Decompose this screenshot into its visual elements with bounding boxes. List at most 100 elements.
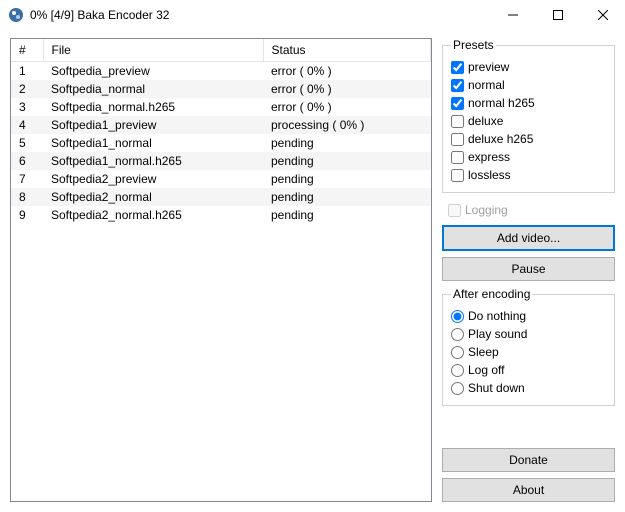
cell-num: 7 [11,170,43,188]
cell-file: Softpedia_preview [43,62,263,81]
preset-checkbox[interactable] [451,133,464,146]
preset-row[interactable]: normal [451,76,606,94]
file-list-panel: # File Status 1Softpedia_previewerror ( … [10,38,432,502]
logging-label: Logging [465,203,508,217]
after-radio[interactable] [451,346,464,359]
preset-checkbox[interactable] [451,151,464,164]
preset-row[interactable]: deluxe h265 [451,130,606,148]
preset-checkbox[interactable] [451,79,464,92]
cell-status: error ( 0% ) [263,80,431,98]
window-title: 0% [4/9] Baka Encoder 32 [30,8,490,22]
after-option-row[interactable]: Shut down [451,379,606,397]
presets-group: Presets preview normal normal h265 deluxe de… [442,38,615,193]
donate-button[interactable]: Donate [442,448,615,472]
after-encoding-group: After encoding Do nothing Play sound Sleep… [442,287,615,406]
after-encoding-legend: After encoding [451,287,532,301]
spacer [442,412,615,442]
cell-file: Softpedia_normal.h265 [43,98,263,116]
after-option-row[interactable]: Play sound [451,325,606,343]
col-header-file[interactable]: File [43,39,263,62]
after-radio[interactable] [451,328,464,341]
cell-file: Softpedia1_preview [43,116,263,134]
after-label: Shut down [468,381,525,395]
preset-label: normal h265 [468,96,535,110]
cell-file: Softpedia2_preview [43,170,263,188]
preset-checkbox[interactable] [451,61,464,74]
preset-row[interactable]: preview [451,58,606,76]
after-option-row[interactable]: Sleep [451,343,606,361]
table-row[interactable]: 1Softpedia_previewerror ( 0% ) [11,62,431,81]
preset-row[interactable]: deluxe [451,112,606,130]
table-row[interactable]: 4Softpedia1_previewprocessing ( 0% ) [11,116,431,134]
cell-file: Softpedia1_normal.h265 [43,152,263,170]
preset-label: deluxe [468,114,503,128]
cell-status: error ( 0% ) [263,98,431,116]
table-row[interactable]: 9Softpedia2_normal.h265pending [11,206,431,224]
col-header-num[interactable]: # [11,39,43,62]
cell-num: 4 [11,116,43,134]
col-header-status[interactable]: Status [263,39,431,62]
cell-file: Softpedia1_normal [43,134,263,152]
after-label: Play sound [468,327,527,341]
cell-status: processing ( 0% ) [263,116,431,134]
cell-status: pending [263,134,431,152]
after-label: Sleep [468,345,499,359]
table-row[interactable]: 8Softpedia2_normalpending [11,188,431,206]
cell-num: 5 [11,134,43,152]
after-option-row[interactable]: Log off [451,361,606,379]
pause-button[interactable]: Pause [442,257,615,281]
logging-checkbox-row[interactable]: Logging [442,199,615,219]
maximize-icon [553,10,563,20]
preset-checkbox[interactable] [451,115,464,128]
preset-checkbox[interactable] [451,97,464,110]
file-table: # File Status 1Softpedia_previewerror ( … [11,39,431,224]
cell-status: pending [263,152,431,170]
cell-num: 2 [11,80,43,98]
app-icon [8,7,24,23]
minimize-icon [508,10,518,20]
cell-num: 6 [11,152,43,170]
cell-status: pending [263,206,431,224]
cell-file: Softpedia2_normal [43,188,263,206]
client-area: # File Status 1Softpedia_previewerror ( … [0,30,625,512]
cell-num: 8 [11,188,43,206]
presets-legend: Presets [451,38,496,52]
cell-file: Softpedia_normal [43,80,263,98]
after-radio[interactable] [451,310,464,323]
minimize-button[interactable] [490,0,535,30]
preset-label: deluxe h265 [468,132,533,146]
after-option-row[interactable]: Do nothing [451,307,606,325]
table-row[interactable]: 2Softpedia_normalerror ( 0% ) [11,80,431,98]
table-row[interactable]: 6Softpedia1_normal.h265pending [11,152,431,170]
after-radio[interactable] [451,364,464,377]
maximize-button[interactable] [535,0,580,30]
preset-row[interactable]: normal h265 [451,94,606,112]
preset-row[interactable]: express [451,148,606,166]
window-controls [490,0,625,30]
after-label: Do nothing [468,309,526,323]
preset-label: preview [468,60,509,74]
cell-file: Softpedia2_normal.h265 [43,206,263,224]
cell-num: 1 [11,62,43,81]
table-row[interactable]: 7Softpedia2_previewpending [11,170,431,188]
after-label: Log off [468,363,504,377]
preset-label: normal [468,78,505,92]
cell-status: pending [263,170,431,188]
about-button[interactable]: About [442,478,615,502]
cell-status: error ( 0% ) [263,62,431,81]
preset-row[interactable]: lossless [451,166,606,184]
right-panel: Presets preview normal normal h265 deluxe de… [442,38,615,502]
cell-num: 9 [11,206,43,224]
table-row[interactable]: 5Softpedia1_normalpending [11,134,431,152]
add-video-button[interactable]: Add video... [442,225,615,251]
close-button[interactable] [580,0,625,30]
close-icon [598,10,608,20]
preset-label: lossless [468,168,511,182]
preset-checkbox[interactable] [451,169,464,182]
table-row[interactable]: 3Softpedia_normal.h265error ( 0% ) [11,98,431,116]
after-radio[interactable] [451,382,464,395]
cell-num: 3 [11,98,43,116]
logging-checkbox[interactable] [448,204,461,217]
titlebar: 0% [4/9] Baka Encoder 32 [0,0,625,30]
preset-label: express [468,150,510,164]
